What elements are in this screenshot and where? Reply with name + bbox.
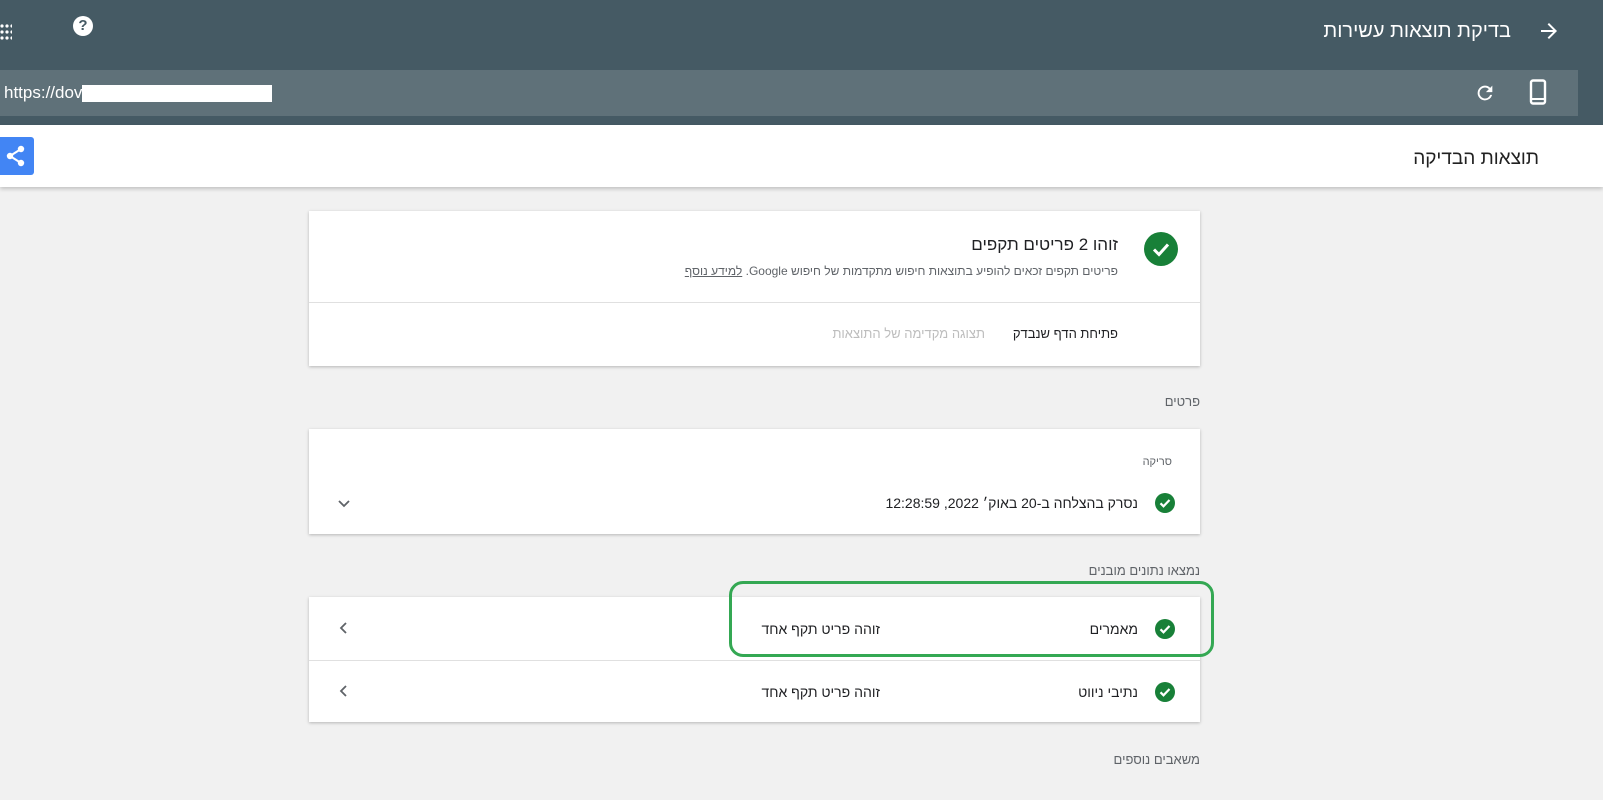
structured-section-label: נמצאו נתונים מובנים — [1088, 563, 1200, 578]
crawl-status: נסרק בהצלחה ב-20 באוק׳ 2022, 12:28:59 — [885, 495, 1138, 511]
share-button[interactable] — [0, 137, 34, 175]
highlight-annotation — [729, 581, 1214, 657]
url-bar[interactable]: https://dovi — [0, 70, 1578, 116]
url-redaction — [82, 85, 272, 102]
item-name: נתיבי ניווט — [1078, 684, 1138, 700]
arrow-forward-icon[interactable] — [1537, 19, 1561, 43]
check-circle-icon — [1155, 493, 1175, 513]
help-icon[interactable]: ? — [73, 16, 93, 36]
tab-open-tested-page[interactable]: פתיחת הדף שנבדק — [1013, 326, 1118, 341]
summary-divider — [309, 302, 1200, 303]
item-status: זוהה פריט תקף אחד — [761, 684, 880, 700]
app-title: בדיקת תוצאות עשירות — [1323, 20, 1511, 42]
chevron-left-icon[interactable] — [334, 618, 354, 638]
url-text[interactable]: https://dovi — [4, 83, 86, 103]
learn-more-link[interactable]: למידע נוסף — [685, 264, 742, 278]
crawl-label: סריקה — [1142, 456, 1172, 468]
summary-card: זוהו 2 פריטים תקפים פריטים תקפים זכאים ל… — [309, 211, 1200, 366]
results-header — [0, 125, 1603, 187]
chevron-left-icon[interactable] — [334, 681, 354, 701]
results-title: תוצאות הבדיקה — [1413, 148, 1539, 169]
apps-icon[interactable] — [0, 24, 14, 40]
chevron-down-icon[interactable] — [334, 493, 354, 513]
details-section-label: פרטים — [1164, 394, 1200, 409]
summary-description-row: פריטים תקפים זכאים להופיע בתוצאות חיפוש … — [685, 264, 1118, 278]
list-item[interactable]: נתיבי ניווט זוהה פריט תקף אחד — [309, 661, 1200, 722]
summary-heading: זוהו 2 פריטים תקפים — [971, 235, 1118, 254]
share-icon — [6, 145, 25, 167]
check-circle-icon — [1144, 232, 1178, 266]
tab-preview-results[interactable]: תצוגה מקדימה של התוצאות — [832, 326, 985, 341]
summary-description: פריטים תקפים זכאים להופיע בתוצאות חיפוש … — [745, 264, 1118, 278]
more-resources-label: משאבים נוספים — [1113, 752, 1200, 767]
smartphone-icon[interactable] — [1528, 79, 1548, 105]
refresh-icon[interactable] — [1474, 82, 1496, 104]
crawl-card[interactable]: סריקה נסרק בהצלחה ב-20 באוק׳ 2022, 12:28… — [309, 429, 1200, 534]
check-circle-icon — [1155, 682, 1175, 702]
